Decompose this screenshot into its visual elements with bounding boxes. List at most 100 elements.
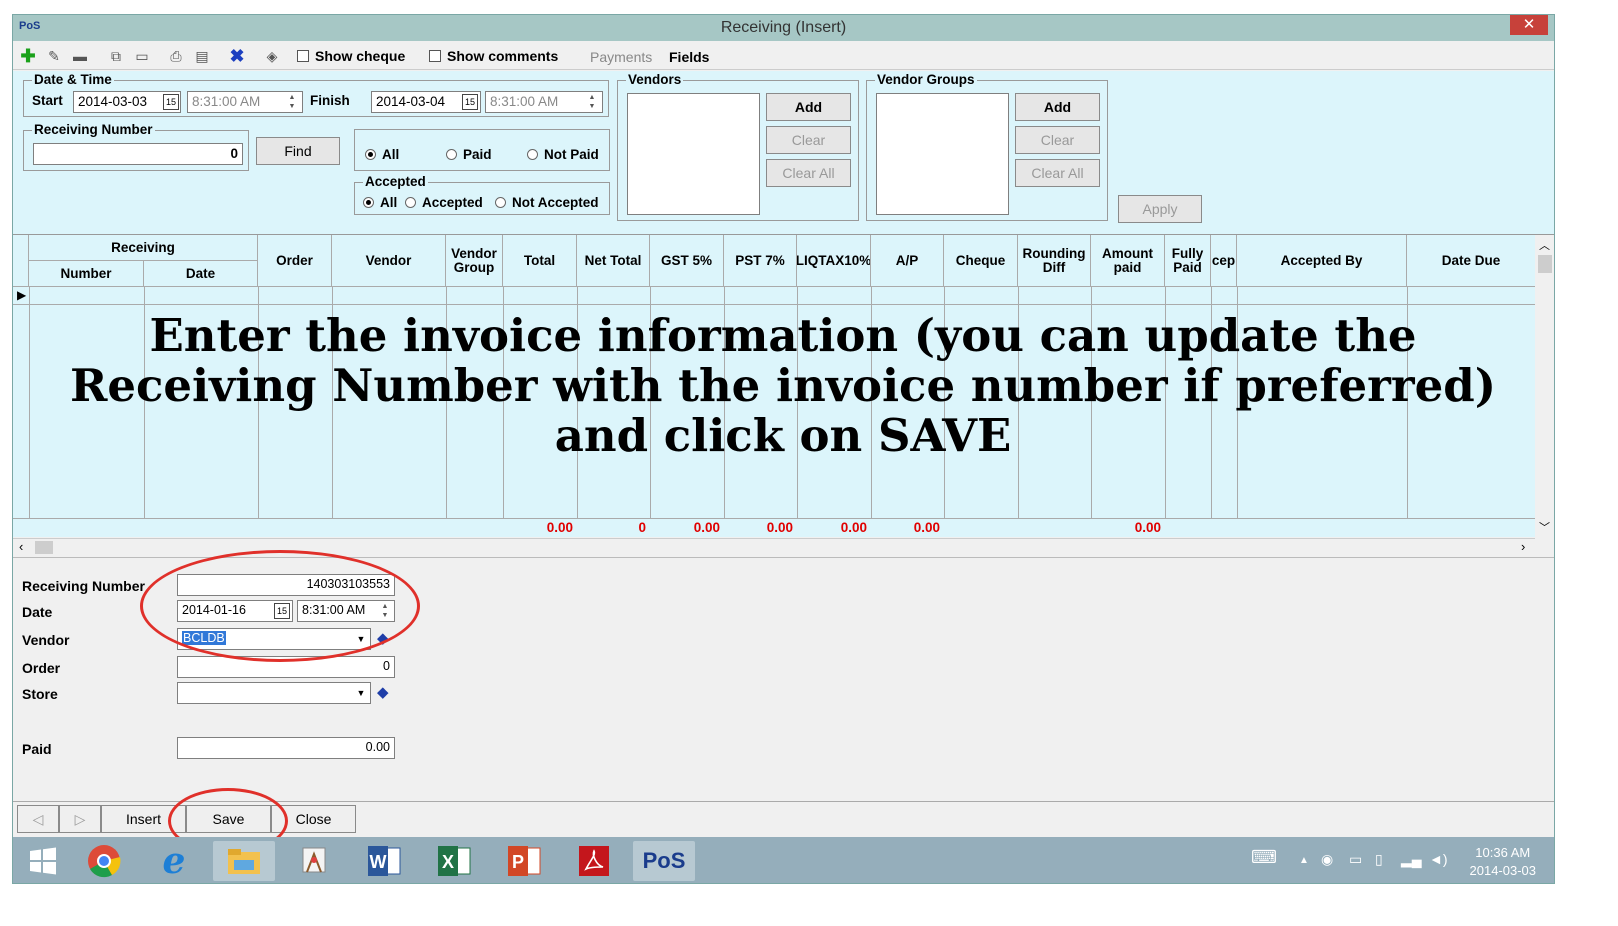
paid-all-radio[interactable]: All (365, 147, 399, 162)
start-label: Start (32, 93, 63, 108)
chevron-up-icon[interactable]: ▲ (1299, 855, 1309, 866)
column-header[interactable]: Net Total (577, 235, 650, 287)
vendor-groups-clear-button[interactable]: Clear (1015, 126, 1100, 154)
scroll-left-icon[interactable]: ‹ (19, 539, 23, 554)
new-row[interactable]: ▶ (13, 287, 1535, 305)
store-label: Store (22, 686, 58, 702)
toolbar: ✚ ✎ ▬ ⧉ ▭ ⎙ ▤ ✖ ◈ Show cheque Show comme… (13, 42, 1554, 70)
scroll-thumb[interactable] (1538, 255, 1552, 273)
paid-input[interactable]: 0.00 (177, 737, 395, 759)
windows-start-icon[interactable] (19, 841, 67, 881)
close-window-button[interactable]: ✕ (1510, 15, 1548, 35)
file-explorer-icon[interactable] (213, 841, 275, 881)
find-button[interactable]: Find (256, 137, 340, 165)
preview-icon[interactable]: ⧉ (107, 47, 125, 65)
vendors-list[interactable] (627, 93, 760, 215)
column-header[interactable]: Fully Paid (1165, 235, 1211, 287)
column-header[interactable]: Amount paid (1091, 235, 1165, 287)
spinner-icon[interactable]: ▲ ▼ (585, 93, 599, 111)
internet-explorer-icon[interactable]: e (143, 840, 205, 882)
store-combo[interactable] (177, 682, 371, 704)
paid-radio[interactable]: Paid (446, 147, 492, 162)
column-header[interactable]: Cheque (944, 235, 1018, 287)
chevron-down-icon[interactable]: ▼ (353, 684, 369, 702)
remove-icon[interactable]: ▬ (71, 47, 89, 65)
power-icon[interactable]: ▯ (1375, 851, 1383, 868)
column-header[interactable]: Vendor Group (446, 235, 503, 287)
acrobat-icon[interactable] (563, 841, 625, 881)
calendar-icon[interactable]: 15 (163, 94, 179, 110)
excel-icon[interactable]: X (423, 841, 485, 881)
add-icon[interactable]: ✚ (19, 47, 37, 65)
column-header[interactable]: Accepted By (1237, 235, 1407, 287)
print-icon[interactable]: ⎙ (167, 47, 185, 65)
vendor-groups-clear-all-button[interactable]: Clear All (1015, 159, 1100, 187)
scroll-thumb[interactable] (35, 541, 53, 554)
column-header[interactable]: Order (258, 235, 332, 287)
receiving-number-filter-input[interactable]: 0 (33, 143, 243, 165)
finish-label: Finish (310, 93, 350, 108)
not-paid-radio[interactable]: Not Paid (527, 147, 599, 162)
accepted-radio[interactable]: Accepted (405, 195, 483, 210)
word-icon[interactable]: W (353, 841, 415, 881)
spinner-icon[interactable]: ▲ ▼ (285, 93, 299, 111)
next-button[interactable]: ▷ (59, 805, 101, 833)
chrome-icon[interactable] (73, 841, 135, 881)
battery-icon[interactable]: ▭ (1349, 851, 1362, 868)
scroll-up-icon[interactable]: ︿ (1539, 237, 1550, 253)
vendors-clear-button[interactable]: Clear (766, 126, 851, 154)
scroll-down-icon[interactable]: ﹀ (1539, 519, 1550, 535)
vendor-groups-list[interactable] (876, 93, 1009, 215)
powerpoint-icon[interactable]: P (493, 841, 555, 881)
window-icon[interactable]: ▭ (133, 47, 151, 65)
svg-text:P: P (512, 852, 524, 872)
column-header[interactable]: cep (1211, 235, 1237, 287)
column-header[interactable]: Date Due (1407, 235, 1535, 287)
column-header[interactable]: Total (503, 235, 577, 287)
row-pointer-icon: ▶ (17, 288, 27, 302)
receiving-group-header: Receiving (29, 235, 258, 261)
previous-button[interactable]: ◁ (17, 805, 59, 833)
signal-icon[interactable]: ▂▄ (1401, 851, 1422, 868)
column-header[interactable]: Vendor (332, 235, 446, 287)
liqtax-sum: 0.00 (840, 520, 867, 535)
column-header[interactable]: GST 5% (650, 235, 724, 287)
column-header[interactable]: PST 7% (724, 235, 797, 287)
instruction-overlay: Enter the invoice information (you can u… (70, 309, 1496, 462)
date-label: Date (22, 604, 53, 620)
window-title: Receiving (Insert) (720, 19, 847, 36)
paint-icon[interactable] (283, 841, 345, 881)
volume-icon[interactable]: ◄) (1429, 851, 1448, 867)
edit-icon[interactable]: ✎ (45, 47, 63, 65)
clock[interactable]: 10:36 AM 2014-03-03 (1470, 844, 1537, 880)
show-comments-checkbox[interactable]: Show comments (429, 48, 558, 64)
scroll-right-icon[interactable]: › (1521, 539, 1525, 554)
store-edit-icon[interactable]: ◆ (377, 683, 389, 701)
gst-sum: 0.00 (693, 520, 720, 535)
clear-icon[interactable]: ◈ (263, 47, 281, 65)
column-header[interactable]: Date (144, 261, 258, 287)
column-header[interactable]: Rounding Diff (1018, 235, 1091, 287)
vendor-groups-add-button[interactable]: Add (1015, 93, 1100, 121)
vendors-add-button[interactable]: Add (766, 93, 851, 121)
column-header[interactable]: LIQTAX10% (797, 235, 871, 287)
calendar-icon[interactable]: 15 (462, 94, 478, 110)
column-header[interactable]: A/P (871, 235, 944, 287)
vendors-clear-all-button[interactable]: Clear All (766, 159, 851, 187)
keyboard-icon[interactable]: ⌨ (1251, 847, 1277, 868)
fields-menu[interactable]: Fields (669, 49, 709, 65)
svg-text:W: W (370, 852, 387, 872)
not-accepted-radio[interactable]: Not Accepted (495, 195, 599, 210)
accepted-all-radio[interactable]: All (363, 195, 397, 210)
delete-icon[interactable]: ✖ (228, 47, 246, 65)
pos-app-icon[interactable]: PoS (633, 841, 695, 881)
vertical-scrollbar[interactable]: ︿ ﹀ (1535, 235, 1554, 537)
paid-label: Paid (22, 741, 52, 757)
show-cheque-checkbox[interactable]: Show cheque (297, 48, 405, 64)
apply-button[interactable]: Apply (1118, 195, 1202, 223)
column-header[interactable]: Number (29, 261, 144, 287)
net-total-sum: 0 (638, 520, 646, 535)
network-drive-icon[interactable]: ◉ (1321, 851, 1333, 868)
payments-menu[interactable]: Payments (590, 49, 652, 65)
export-icon[interactable]: ▤ (193, 47, 211, 65)
